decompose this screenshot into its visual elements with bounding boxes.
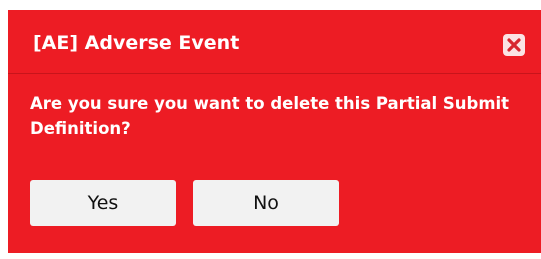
close-icon [507, 38, 521, 52]
dialog-header: [AE] Adverse Event [8, 10, 541, 73]
yes-button[interactable]: Yes [30, 180, 176, 226]
close-button[interactable] [503, 34, 525, 56]
confirm-message: Are you sure you want to delete this Par… [30, 94, 510, 138]
no-button[interactable]: No [193, 180, 339, 226]
confirm-dialog: [AE] Adverse Event Are you sure you want… [8, 10, 541, 253]
header-divider [8, 73, 541, 74]
dialog-title: [AE] Adverse Event [33, 32, 240, 54]
